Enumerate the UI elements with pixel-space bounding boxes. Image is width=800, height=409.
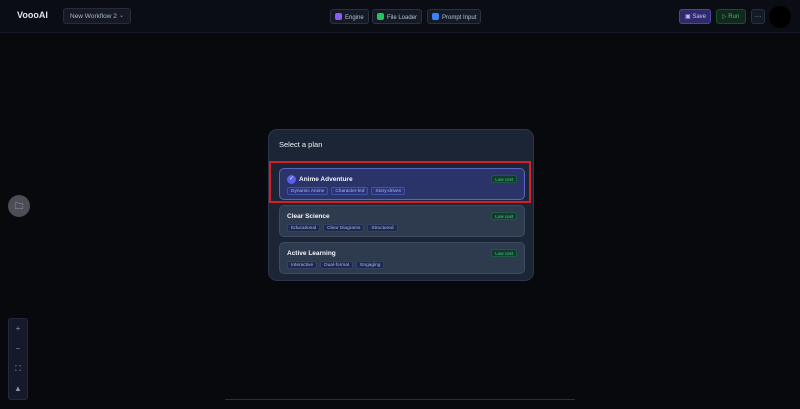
folder-icon: 🗀 (14, 201, 24, 211)
top-bar: VoooAI New Workflow 2 ⌄ Engine File Load… (0, 0, 800, 33)
workflow-name: New Workflow 2 (70, 13, 117, 20)
engine-label: Engine (345, 15, 364, 21)
cost-badge: Low cost (491, 175, 517, 183)
file-icon (377, 13, 384, 20)
tag: Structured (367, 224, 398, 232)
folder-button[interactable]: 🗀 (8, 195, 30, 217)
save-icon: ▣ (685, 14, 691, 20)
save-label: Save (692, 14, 707, 20)
file-loader-tool-button[interactable]: File Loader (372, 9, 423, 24)
prompt-input-tool-button[interactable]: Prompt Input (427, 9, 482, 24)
prompt-input-label: Prompt Input (442, 15, 477, 21)
tag: Dynamic Anime (287, 187, 329, 195)
run-button[interactable]: ▷ Run (716, 9, 746, 24)
save-button[interactable]: ▣ Save (679, 9, 711, 24)
select-plan-modal: Select a plan ✓ Anime Adventure Low cost… (268, 129, 534, 281)
plan-tags: Dynamic Anime Character-led Story-driven (287, 187, 406, 195)
cost-badge: Low cost (491, 249, 517, 257)
tag: Educational (287, 224, 321, 232)
play-icon: ▷ (722, 14, 727, 20)
file-loader-label: File Loader (387, 15, 418, 21)
tag: Dual-format (320, 261, 354, 269)
plan-card-active-learning[interactable]: Active Learning Low cost Interactive Dua… (279, 242, 525, 274)
zoom-in-icon[interactable]: + (9, 319, 27, 339)
run-label: Run (728, 14, 740, 20)
plan-name: Clear Science (287, 213, 330, 220)
fit-view-icon[interactable]: ⛶ (9, 359, 27, 379)
tag: Engaging (356, 261, 385, 269)
tag: Character-led (331, 187, 369, 195)
plan-name: Active Learning (287, 250, 336, 257)
more-menu-button[interactable]: … (751, 9, 765, 24)
plan-name: Anime Adventure (299, 176, 353, 183)
zoom-controls: + − ⛶ ▲ (8, 318, 28, 400)
workflow-select[interactable]: New Workflow 2 ⌄ (63, 8, 131, 24)
engine-tool-button[interactable]: Engine (330, 9, 369, 24)
cost-badge: Low cost (491, 212, 517, 220)
plan-card-clear-science[interactable]: Clear Science Low cost Educational Clear… (279, 205, 525, 237)
plan-tags: Educational Clear Diagrams Structured (287, 224, 398, 232)
bottom-divider (225, 399, 575, 400)
tag: Interactive (287, 261, 318, 269)
zoom-out-icon[interactable]: − (9, 339, 27, 359)
lock-icon[interactable]: ▲ (9, 379, 27, 399)
avatar[interactable] (769, 6, 791, 28)
tag: Story-driven (371, 187, 406, 195)
tag: Clear Diagrams (323, 224, 365, 232)
check-icon: ✓ (287, 175, 296, 184)
plan-card-anime-adventure[interactable]: ✓ Anime Adventure Low cost Dynamic Anime… (279, 168, 525, 200)
plan-tags: Interactive Dual-format Engaging (287, 261, 385, 269)
chevron-down-icon: ⌄ (118, 13, 124, 19)
prompt-icon (432, 13, 439, 20)
modal-title: Select a plan (279, 140, 323, 149)
brand-logo: VoooAI (17, 10, 48, 20)
engine-icon (335, 13, 342, 20)
